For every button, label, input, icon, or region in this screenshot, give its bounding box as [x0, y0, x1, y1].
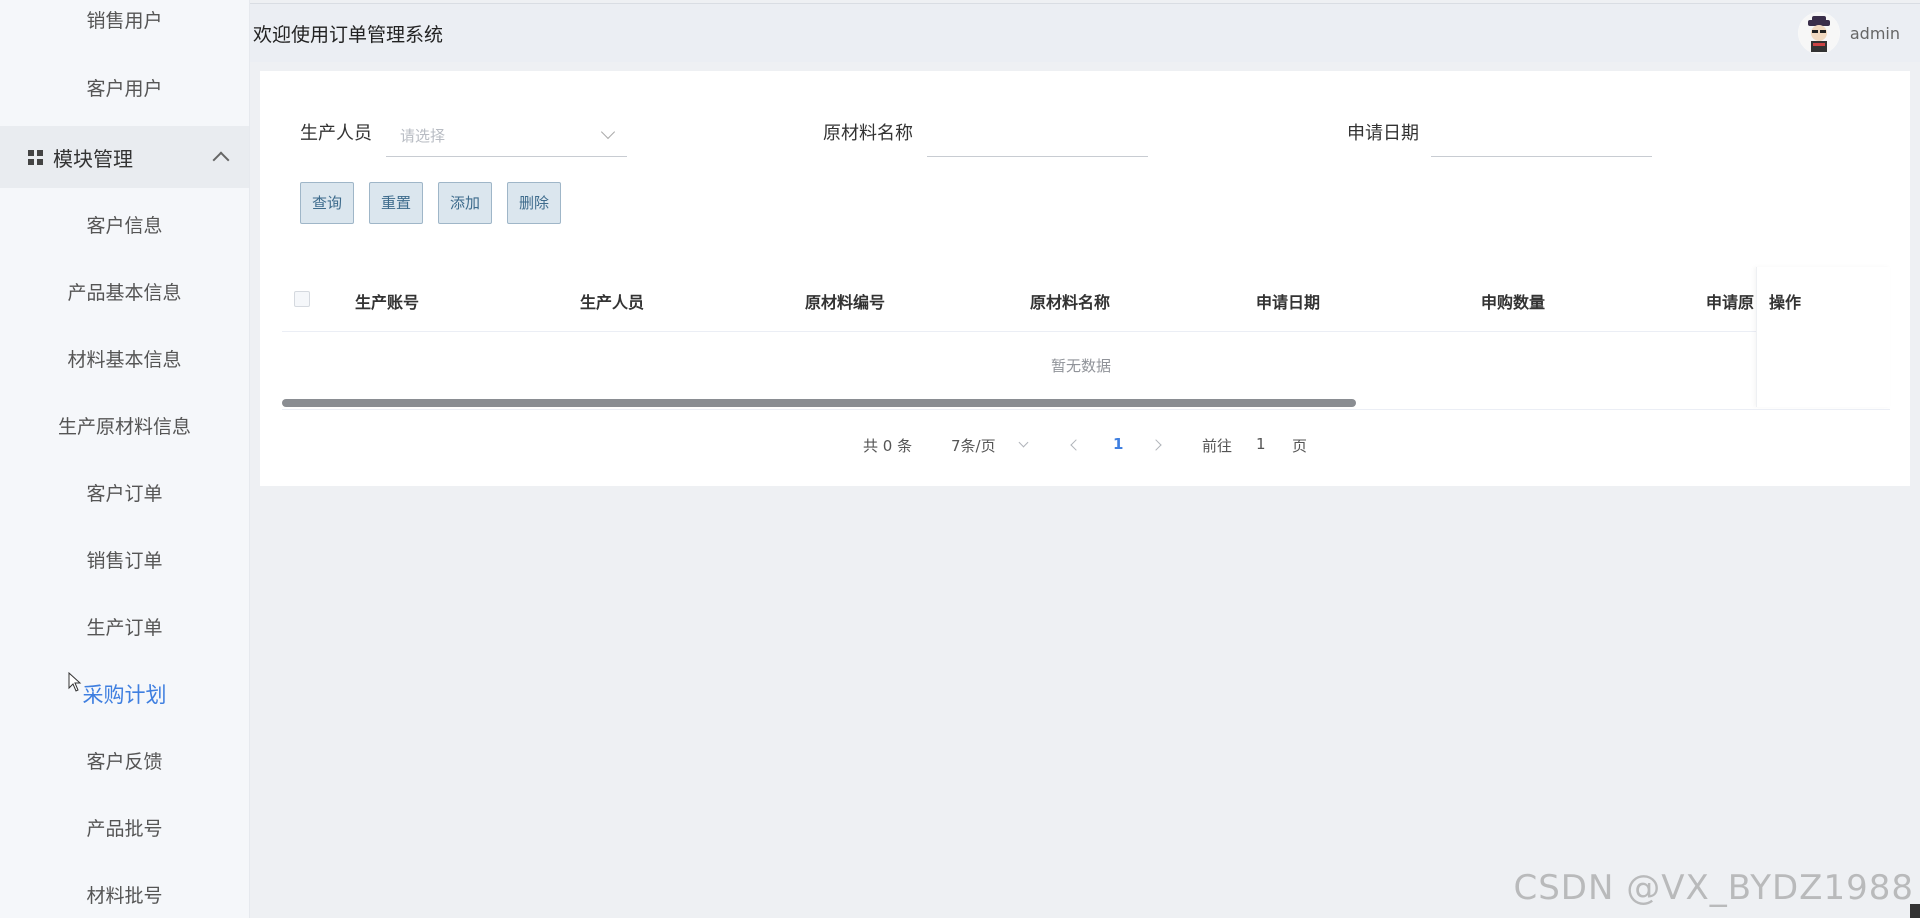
avatar[interactable]	[1797, 12, 1840, 54]
prev-page-icon[interactable]	[1070, 439, 1082, 451]
material-name-label: 原材料名称	[823, 123, 913, 144]
sidebar-item-production-material-info[interactable]: 生产原材料信息	[0, 394, 249, 461]
sidebar-item-customer-feedback[interactable]: 客户反馈	[0, 729, 249, 796]
column-header[interactable]: 原材料编号	[805, 289, 885, 313]
column-header[interactable]: 生产账号	[355, 289, 419, 313]
apply-date-label: 申请日期	[1347, 123, 1419, 144]
goto-page-input[interactable]: 1	[1256, 435, 1266, 453]
producer-label: 生产人员	[300, 123, 372, 144]
sidebar: 销售用户 客户用户 模块管理 客户信息 产品基本信息 材料基本信息 生产原材料信…	[0, 0, 250, 918]
pagination: 共 0 条 7条/页 1 前往 1 页	[260, 435, 1910, 465]
delete-button[interactable]: 删除	[507, 182, 562, 224]
column-header[interactable]: 生产人员	[580, 289, 644, 313]
sidebar-item-product-batch[interactable]: 产品批号	[0, 796, 249, 863]
add-button[interactable]: 添加	[438, 182, 493, 224]
total-count: 共 0 条	[863, 437, 913, 455]
fixed-action-column: 操作	[1756, 267, 1890, 407]
page-size-select[interactable]: 7条/页	[951, 435, 996, 456]
sidebar-item-production-order[interactable]: 生产订单	[0, 595, 249, 662]
page-number-current[interactable]: 1	[1113, 435, 1123, 453]
select-all-checkbox[interactable]	[294, 291, 310, 307]
chevron-down-icon	[1018, 437, 1029, 448]
sidebar-group-module-management[interactable]: 模块管理	[0, 126, 249, 188]
sidebar-item-sales-order[interactable]: 销售订单	[0, 528, 249, 595]
action-column-header: 操作	[1769, 293, 1802, 312]
data-table: 生产账号 生产人员 原材料编号 原材料名称 申请日期 申购数量 申请原 暂无数据…	[282, 267, 1890, 410]
sidebar-item-material-info[interactable]: 材料基本信息	[0, 327, 249, 394]
column-header[interactable]: 申请原	[1706, 289, 1754, 313]
sidebar-group-label: 模块管理	[53, 146, 133, 171]
action-buttons: 查询 重置 添加 删除	[300, 182, 576, 224]
column-header[interactable]: 申购数量	[1481, 289, 1545, 313]
filter-bar: 生产人员 请选择 原材料名称 申请日期	[260, 111, 1910, 161]
horizontal-scrollbar[interactable]	[282, 399, 1356, 407]
chevron-up-icon	[212, 151, 230, 169]
producer-select-placeholder: 请选择	[400, 127, 446, 145]
sidebar-item-sales-user[interactable]: 销售用户	[0, 0, 249, 44]
next-page-icon[interactable]	[1150, 439, 1162, 451]
producer-select[interactable]: 请选择	[386, 111, 627, 157]
user-menu[interactable]: admin	[1797, 12, 1900, 54]
top-header: 欢迎使用订单管理系统 admin	[250, 3, 1920, 62]
reset-button[interactable]: 重置	[369, 182, 424, 224]
sidebar-item-customer-info[interactable]: 客户信息	[0, 193, 249, 260]
material-name-input[interactable]	[927, 111, 1148, 157]
column-header[interactable]: 原材料名称	[1030, 289, 1110, 313]
empty-state: 暂无数据	[282, 332, 1890, 402]
sidebar-item-customer-order[interactable]: 客户订单	[0, 461, 249, 528]
main-panel: 生产人员 请选择 原材料名称 申请日期 查询 重置 添加 删除 生产账号 生产人…	[260, 71, 1910, 486]
sidebar-item-material-batch[interactable]: 材料批号	[0, 863, 249, 918]
mouse-cursor-icon	[68, 672, 82, 692]
grid-icon	[28, 149, 43, 165]
empty-text: 暂无数据	[1050, 357, 1111, 375]
page-suffix: 页	[1292, 437, 1308, 455]
page-title: 欢迎使用订单管理系统	[253, 23, 444, 46]
table-header: 生产账号 生产人员 原材料编号 原材料名称 申请日期 申购数量 申请原	[282, 267, 1890, 332]
goto-label: 前往	[1202, 437, 1233, 455]
column-header[interactable]: 申请日期	[1256, 289, 1320, 313]
chevron-down-icon	[600, 124, 616, 140]
corner-mark	[1910, 904, 1920, 918]
apply-date-input[interactable]	[1431, 111, 1652, 157]
sidebar-item-purchase-plan[interactable]: 采购计划	[0, 662, 249, 729]
query-button[interactable]: 查询	[300, 182, 355, 224]
username[interactable]: admin	[1850, 24, 1900, 43]
sidebar-item-customer-user[interactable]: 客户用户	[0, 44, 249, 126]
sidebar-item-product-info[interactable]: 产品基本信息	[0, 260, 249, 327]
watermark: CSDN @VX_BYDZ1988	[1513, 868, 1914, 908]
table-divider	[282, 409, 1890, 410]
